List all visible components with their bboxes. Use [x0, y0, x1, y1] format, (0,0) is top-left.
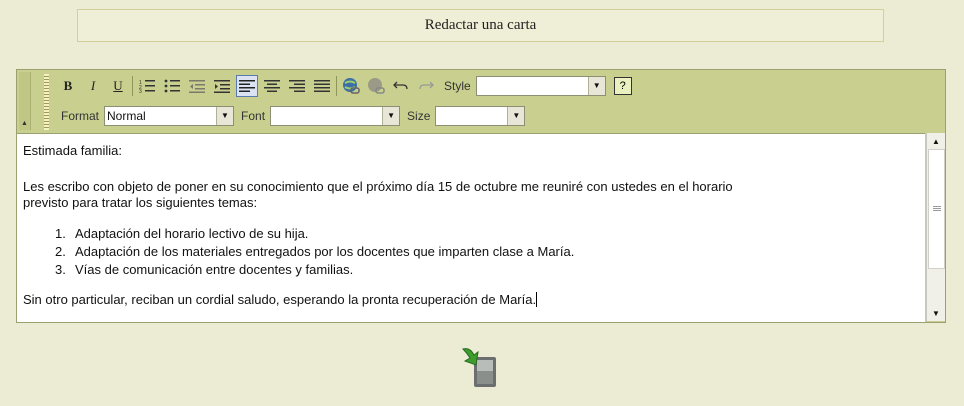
letter-closing: Sin otro particular, reciban un cordial … — [23, 292, 537, 307]
list-item: 2. Adaptación de los materiales entregado… — [55, 243, 574, 261]
unlink-icon — [368, 77, 385, 94]
bold-button[interactable]: B — [57, 75, 79, 97]
list-item: 1. Adaptación del horario lectivo de su h… — [55, 225, 574, 243]
underline-button[interactable]: U — [107, 75, 129, 97]
undo-icon — [393, 81, 408, 89]
toolbar-separator — [336, 75, 337, 96]
svg-text:3: 3 — [139, 89, 142, 93]
help-label: ? — [619, 79, 626, 92]
justify-icon — [314, 79, 330, 92]
toolbar-grip — [44, 74, 49, 130]
redo-button[interactable] — [415, 75, 437, 97]
editor-toolbar: ▲ B I U 123 Style ▼ ? Format Normal ▼ Fo… — [17, 70, 945, 132]
chevron-down-icon: ▼ — [216, 106, 234, 125]
indent-button[interactable] — [211, 75, 233, 97]
chevron-down-icon: ▼ — [587, 76, 605, 95]
align-left-icon — [239, 79, 255, 92]
align-right-icon — [289, 79, 305, 92]
italic-button[interactable]: I — [82, 75, 104, 97]
collapse-arrow-icon: ▲ — [21, 120, 28, 127]
ordered-list-icon: 123 — [139, 79, 155, 93]
size-select[interactable]: ▼ — [435, 105, 526, 126]
letter-greeting: Estimada familia: — [23, 143, 122, 158]
style-label: Style — [444, 78, 471, 93]
align-center-button[interactable] — [261, 75, 283, 97]
list-item-number: 3. — [55, 262, 66, 277]
unordered-list-button[interactable] — [161, 75, 183, 97]
toolbar-separator — [132, 75, 133, 96]
list-item-text: Adaptación de los materiales entregados … — [75, 244, 575, 259]
scroll-down-icon[interactable]: ▼ — [927, 305, 945, 321]
rich-text-editor: ▲ B I U 123 Style ▼ ? Format Normal ▼ Fo… — [16, 69, 946, 323]
size-label: Size — [407, 108, 431, 123]
insert-link-button[interactable] — [340, 75, 362, 97]
undo-button[interactable] — [390, 75, 412, 97]
collapse-toolbar-button[interactable]: ▲ — [19, 72, 31, 130]
letter-intro-line-1: Les escribo con objeto de poner en su co… — [23, 179, 733, 194]
save-button[interactable] — [460, 345, 500, 389]
format-value: Normal — [107, 108, 146, 123]
style-select[interactable]: ▼ — [475, 75, 606, 96]
list-item-number: 2. — [55, 244, 66, 259]
save-icon — [462, 348, 496, 387]
letter-topics-list: 1. Adaptación del horario lectivo de su h… — [55, 225, 574, 279]
unordered-list-icon — [164, 79, 180, 92]
link-globe-icon — [343, 77, 360, 94]
format-select[interactable]: Normal ▼ — [104, 105, 235, 126]
letter-closing-line: Sin otro particular, reciban un cordial … — [23, 292, 538, 308]
scroll-up-icon[interactable]: ▲ — [927, 133, 945, 149]
page-title: Redactar una carta — [77, 9, 884, 42]
ordered-list-button[interactable]: 123 — [136, 75, 158, 97]
letter-intro-line-2: previsto para tratar los siguientes tema… — [23, 195, 258, 210]
indent-icon — [214, 79, 230, 93]
unlink-button[interactable] — [365, 75, 387, 97]
align-center-icon — [264, 79, 280, 92]
list-item-number: 1. — [55, 226, 66, 241]
align-left-button[interactable] — [236, 74, 258, 97]
list-item-text: Vías de comunicación entre docentes y fa… — [75, 262, 354, 277]
editor-content-area[interactable]: Estimada familia: Les escribo con objeto… — [17, 133, 925, 322]
redo-icon — [419, 81, 434, 89]
chevron-down-icon: ▼ — [382, 106, 400, 125]
list-item-text: Adaptación del horario lectivo de su hij… — [75, 226, 309, 241]
outdent-icon — [189, 79, 205, 93]
list-item: 3. Vías de comunicación entre docentes y … — [55, 261, 574, 279]
chevron-down-icon: ▼ — [507, 106, 525, 125]
font-label: Font — [241, 108, 266, 123]
outdent-button[interactable] — [186, 75, 208, 97]
align-right-button[interactable] — [286, 75, 308, 97]
vertical-scrollbar[interactable]: ▲ ▼ — [926, 133, 945, 321]
toolbar-row-1: B I U 123 Style ▼ ? — [57, 72, 632, 99]
help-button[interactable]: ? — [613, 76, 632, 95]
text-caret — [536, 292, 538, 307]
justify-button[interactable] — [311, 75, 333, 97]
format-label: Format — [61, 108, 100, 123]
font-select[interactable]: ▼ — [270, 105, 401, 126]
scrollbar-thumb[interactable] — [928, 149, 945, 269]
toolbar-row-2: Format Normal ▼ Font ▼ Size ▼ — [57, 102, 526, 129]
thumb-grip — [933, 206, 941, 212]
